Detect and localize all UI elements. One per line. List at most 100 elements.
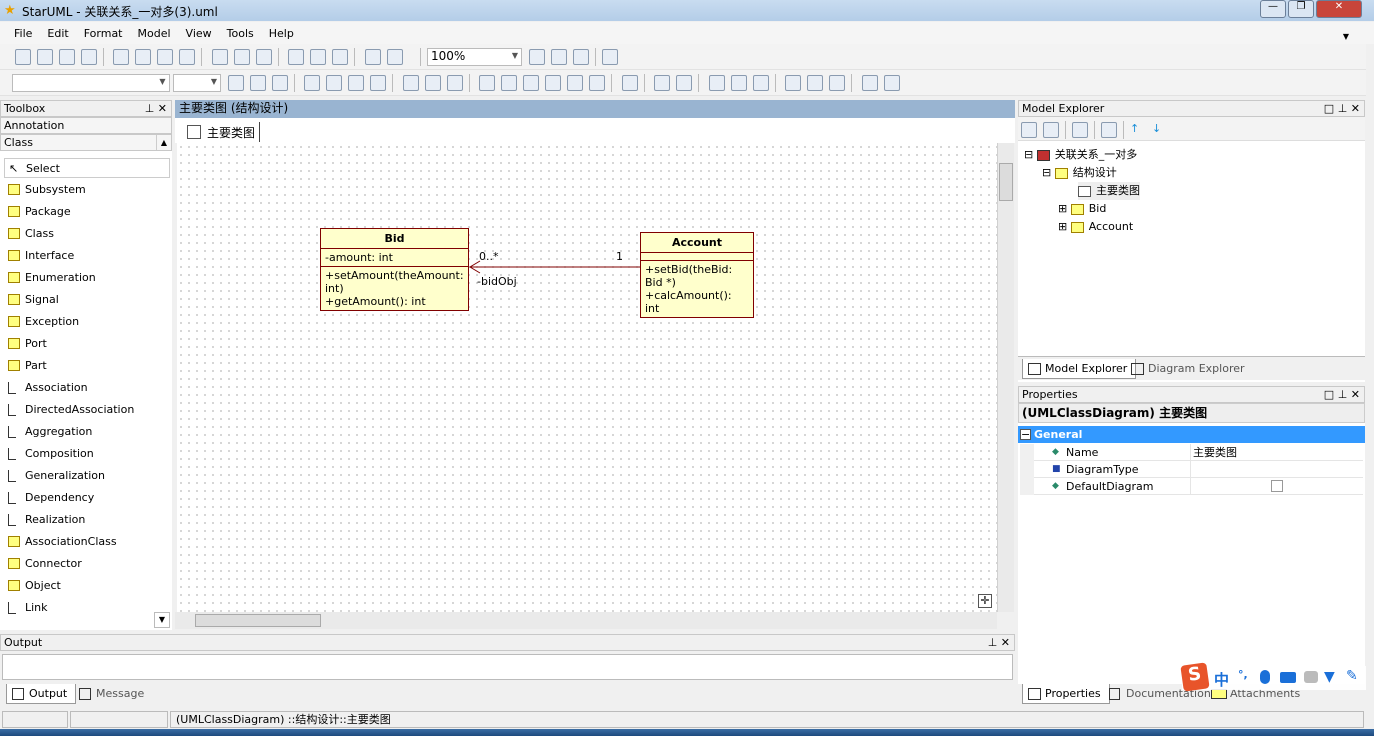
- close-icon[interactable]: ✕: [1351, 388, 1360, 401]
- association-line[interactable]: [177, 143, 997, 612]
- zoom-out-icon[interactable]: [550, 49, 567, 65]
- bracket-icon[interactable]: [545, 75, 561, 91]
- output-text[interactable]: [2, 654, 1013, 680]
- line-color-icon[interactable]: [249, 75, 266, 91]
- font-size-select[interactable]: ▼: [173, 74, 221, 92]
- punctuation-icon[interactable]: °,: [1238, 668, 1248, 681]
- role-name[interactable]: -bidObj: [477, 275, 517, 288]
- move-down-icon[interactable]: ↓: [1152, 122, 1168, 138]
- toolbox-item-enumeration[interactable]: Enumeration: [4, 268, 96, 288]
- toolbox-item-object[interactable]: Object: [4, 576, 61, 596]
- save-icon[interactable]: [58, 49, 75, 65]
- toolbox-item-signal[interactable]: Signal: [4, 290, 59, 310]
- delete-icon[interactable]: [179, 49, 195, 65]
- close-icon[interactable]: ✕: [158, 102, 167, 115]
- ime-mode-label[interactable]: 中: [1214, 669, 1229, 690]
- toolbox-item-link[interactable]: Link: [4, 598, 48, 618]
- back-icon[interactable]: [676, 75, 692, 91]
- new-icon[interactable]: [14, 49, 31, 65]
- space-h-icon[interactable]: [861, 75, 878, 91]
- toolbox-item-composition[interactable]: Composition: [4, 444, 94, 464]
- class-bid[interactable]: Bid -amount: int +setAmount(theAmount: i…: [320, 228, 469, 311]
- menu-edit[interactable]: Edit: [47, 27, 68, 40]
- toolbox-item-association[interactable]: Association: [4, 378, 88, 398]
- toolbox-item-package[interactable]: Package: [4, 202, 71, 222]
- sort-asc-icon[interactable]: [1021, 122, 1037, 138]
- toolbox-item-port[interactable]: Port: [4, 334, 47, 354]
- line-style-icon[interactable]: [370, 75, 386, 91]
- property-row-diagramtype[interactable]: ■ DiagramType: [1020, 461, 1363, 478]
- add-element-icon[interactable]: [1072, 122, 1088, 138]
- menu-model[interactable]: Model: [138, 27, 171, 40]
- menu-view[interactable]: View: [186, 27, 212, 40]
- toolbox-item-exception[interactable]: Exception: [4, 312, 79, 332]
- source-multiplicity[interactable]: 1: [616, 250, 623, 263]
- user-icon[interactable]: [1304, 671, 1318, 683]
- diagram3-icon[interactable]: [332, 49, 348, 65]
- menu-file[interactable]: File: [14, 27, 32, 40]
- fit-icon[interactable]: [572, 49, 589, 65]
- vscroll-thumb[interactable]: [999, 163, 1013, 201]
- suppress-op-icon[interactable]: [424, 75, 441, 91]
- toolbox-section-annotation[interactable]: Annotation: [0, 117, 172, 134]
- tab-output[interactable]: Output: [6, 684, 77, 704]
- group-general[interactable]: − General: [1018, 426, 1365, 443]
- zoom-in-icon[interactable]: [528, 49, 545, 65]
- toolbox-section-class[interactable]: Class ▲: [0, 134, 172, 151]
- close-button[interactable]: ✕: [1316, 0, 1362, 18]
- align-right-icon[interactable]: [730, 75, 747, 91]
- paste-icon[interactable]: [157, 49, 173, 65]
- target-multiplicity[interactable]: 0..*: [479, 250, 499, 263]
- suppress-icon[interactable]: [304, 75, 320, 91]
- align-center-icon[interactable]: [752, 75, 769, 91]
- toolbox-item-aggregation[interactable]: Aggregation: [4, 422, 92, 442]
- toolbox-item-associationclass[interactable]: AssociationClass: [4, 532, 117, 552]
- pan-icon[interactable]: ✛: [978, 594, 992, 608]
- sogou-logo-icon[interactable]: S: [1180, 662, 1210, 692]
- front-icon[interactable]: [654, 75, 670, 91]
- keyboard-icon[interactable]: [1280, 672, 1296, 683]
- undo-icon[interactable]: [211, 49, 228, 65]
- align-top-icon[interactable]: [785, 75, 801, 91]
- verify-icon[interactable]: [386, 49, 403, 65]
- tree-item-model[interactable]: ⊟ 结构设计: [1042, 164, 1117, 182]
- suppress-attr-icon[interactable]: [402, 75, 419, 91]
- pin-icon[interactable]: ⊥: [1338, 102, 1348, 115]
- font-icon[interactable]: [227, 75, 244, 91]
- toolbox-item-select[interactable]: ↖ Select: [4, 158, 170, 178]
- tab-diagram-explorer[interactable]: Diagram Explorer: [1126, 359, 1253, 379]
- skin-icon[interactable]: ▼: [1324, 669, 1335, 685]
- print-icon[interactable]: [80, 49, 97, 65]
- find-icon[interactable]: [255, 49, 272, 65]
- diagram-icon[interactable]: [288, 49, 304, 65]
- maximize-icon[interactable]: □: [1324, 388, 1334, 401]
- cut-icon[interactable]: [113, 49, 129, 65]
- minimize-button[interactable]: —: [1260, 0, 1286, 18]
- property-row-name[interactable]: ◆ Name 主要类图: [1020, 444, 1363, 461]
- property-row-defaultdiagram[interactable]: ◆ DefaultDiagram: [1020, 478, 1363, 495]
- toolbox-item-realization[interactable]: Realization: [4, 510, 85, 530]
- hscroll-thumb[interactable]: [195, 614, 321, 627]
- diagram-hscrollbar[interactable]: [175, 612, 997, 629]
- maximize-button[interactable]: ❐: [1288, 0, 1314, 18]
- align-middle-icon[interactable]: [829, 75, 845, 91]
- tab-properties[interactable]: Properties: [1022, 684, 1110, 704]
- align-icon[interactable]: [479, 75, 495, 91]
- property-value[interactable]: 主要类图: [1190, 444, 1363, 461]
- copy-icon[interactable]: [135, 49, 151, 65]
- align-bottom-icon[interactable]: [807, 75, 823, 91]
- menu-tools[interactable]: Tools: [227, 27, 254, 40]
- menu-overflow-icon[interactable]: ▼: [1343, 32, 1349, 41]
- refresh-icon[interactable]: [601, 49, 618, 65]
- open-icon[interactable]: [36, 49, 53, 65]
- tab-message[interactable]: Message: [74, 684, 152, 704]
- pin-icon[interactable]: ⊥: [1338, 388, 1348, 401]
- pin-icon[interactable]: ⊥: [145, 102, 155, 115]
- diagram2-icon[interactable]: [310, 49, 326, 65]
- font-select[interactable]: ▼: [11, 74, 170, 92]
- microphone-icon[interactable]: [1260, 670, 1270, 684]
- menu-help[interactable]: Help: [269, 27, 294, 40]
- zoom-select[interactable]: 100% ▼: [427, 48, 522, 66]
- diagram-tab[interactable]: 主要类图: [183, 122, 261, 142]
- note-icon[interactable]: [523, 75, 539, 91]
